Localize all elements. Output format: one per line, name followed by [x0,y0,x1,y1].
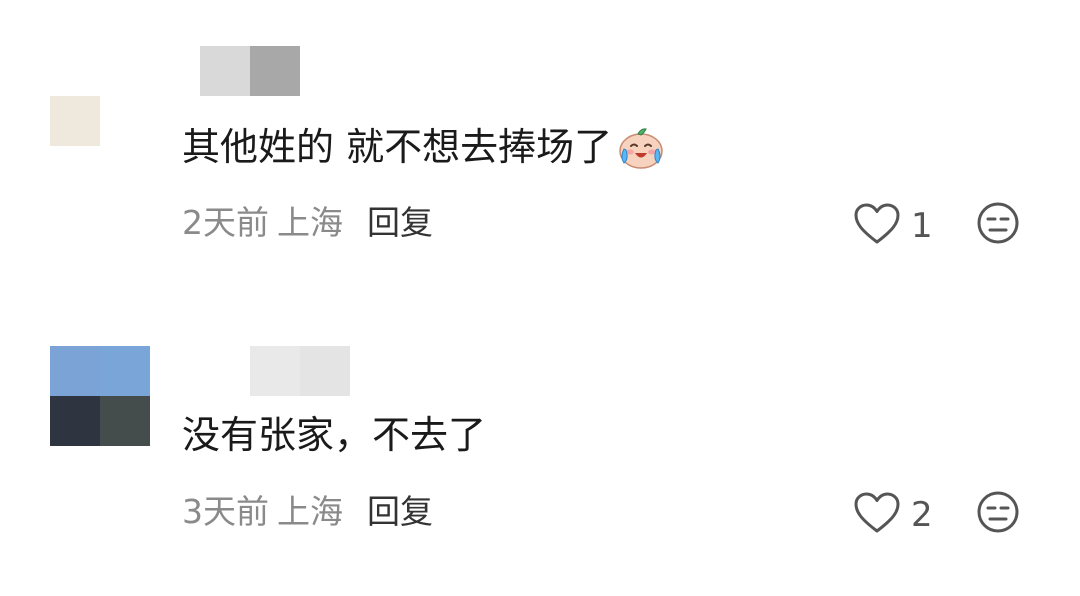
avatar-block [100,346,150,396]
avatar-block [50,396,100,446]
username-blur-block [200,46,250,96]
username-blur-block [300,346,350,396]
comment-time: 3天前 [182,492,269,531]
comment-time: 2天前 [182,203,269,242]
comment-location: 上海 [277,492,343,531]
comment-meta: 2天前 上海 回复 [182,203,433,243]
like-count: 1 [911,206,933,246]
avatar-block [50,346,100,396]
dislike-button[interactable] [976,490,1020,534]
comment-text-content: 没有张家，不去了 [182,413,487,457]
comment-text: 没有张家，不去了 [182,413,486,457]
heart-outline-icon [853,202,901,250]
comment-text-content: 其他姓的 就不想去捧场了 [182,125,613,169]
crying-laughing-emoji-icon [616,122,666,172]
reply-button[interactable]: 回复 [367,492,433,531]
dislike-button[interactable] [976,201,1020,245]
username-blur-block [250,346,300,396]
avatar-block [50,96,100,146]
reply-button[interactable]: 回复 [367,203,433,242]
avatar-block [100,396,150,446]
username-blur-block [250,46,300,96]
avatar[interactable] [50,96,100,146]
username-blurred[interactable] [250,346,350,396]
comment-meta: 3天前 上海 回复 [182,492,433,532]
like-button[interactable]: 1 [853,202,933,250]
heart-outline-icon [853,491,901,539]
like-button[interactable]: 2 [853,491,933,539]
like-count: 2 [911,495,933,535]
unamused-face-icon [976,491,1020,538]
comment-text: 其他姓的 就不想去捧场了 [182,122,666,172]
unamused-face-icon [976,202,1020,249]
avatar[interactable] [50,346,150,446]
username-blurred[interactable] [200,46,300,96]
comment-location: 上海 [277,203,343,242]
